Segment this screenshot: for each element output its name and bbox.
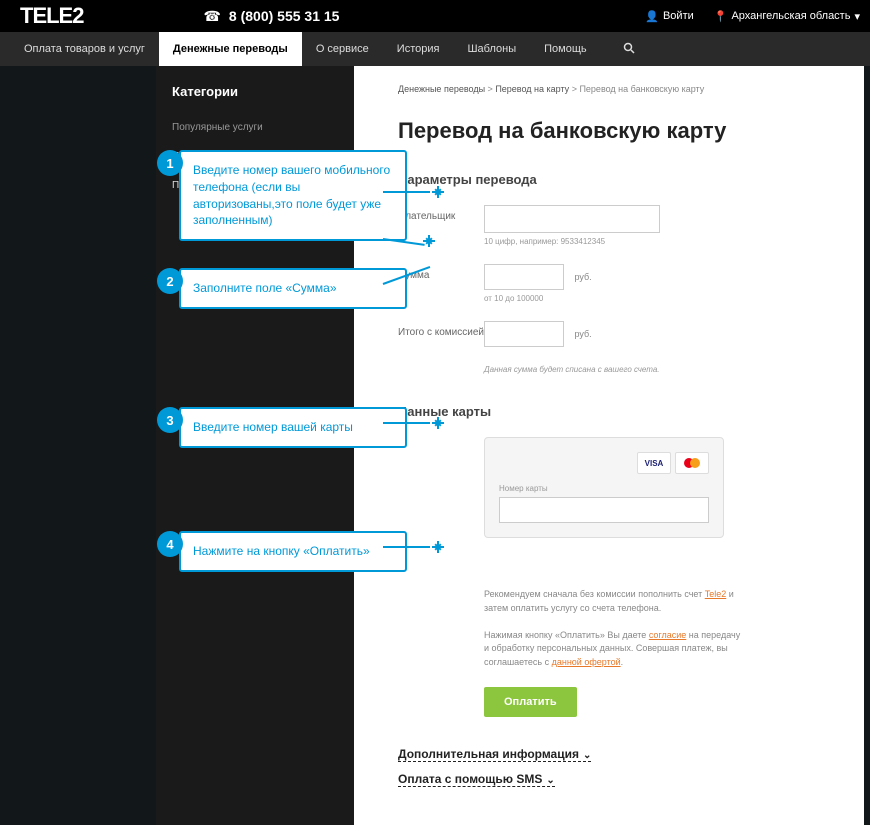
pin-icon: 📍 (714, 10, 728, 23)
unit-rub-2: руб. (574, 329, 591, 339)
nav-history[interactable]: История (383, 32, 454, 66)
callout-line (383, 191, 430, 193)
step-number: 3 (157, 407, 183, 433)
callout-line (383, 422, 430, 424)
region-selector[interactable]: 📍 Архангельская область ▾ (714, 10, 860, 23)
card-visual: VISA Номер карты (484, 437, 724, 538)
nav-templates[interactable]: Шаблоны (453, 32, 530, 66)
sparkle-icon (428, 182, 448, 202)
sparkle-icon (428, 537, 448, 557)
search-icon (623, 42, 635, 57)
breadcrumb-3: Перевод на банковскую карту (579, 84, 704, 94)
card-number-label: Номер карты (499, 484, 709, 493)
phone-input[interactable] (484, 205, 660, 233)
callout-step-3: 3 Введите номер вашей карты (157, 407, 407, 448)
step-text: Введите номер вашего мобильного телефона… (179, 150, 407, 241)
breadcrumb-2[interactable]: Перевод на карту (495, 84, 569, 94)
step-text: Введите номер вашей карты (179, 407, 407, 448)
total-input (484, 321, 564, 347)
extra-info-link[interactable]: Дополнительная информация⌄ (398, 747, 591, 762)
sidebar-title: Категории (156, 84, 354, 113)
step-number: 1 (157, 150, 183, 176)
nav-help[interactable]: Помощь (530, 32, 601, 66)
step-number: 4 (157, 531, 183, 557)
sparkle-icon (428, 413, 448, 433)
amount-input[interactable] (484, 264, 564, 290)
nav-about[interactable]: О сервисе (302, 32, 383, 66)
sidebar-item-popular[interactable]: Популярные услуги (156, 113, 354, 142)
phone-hint: 10 цифр, например: 9533412345 (484, 237, 820, 246)
chevron-down-icon: ⌄ (583, 750, 591, 761)
consent-link[interactable]: согласие (649, 630, 686, 640)
chevron-down-icon: ⌄ (546, 775, 554, 786)
breadcrumb: Денежные переводы > Перевод на карту > П… (398, 84, 820, 94)
offer-link[interactable]: данной офертой (552, 657, 621, 667)
step-number: 2 (157, 268, 183, 294)
support-phone: 8 (800) 555 31 15 (229, 8, 340, 24)
phone-label: Плательщик (398, 205, 484, 222)
callout-line (383, 546, 430, 548)
logo: TELE2 (20, 3, 83, 29)
tele2-link[interactable]: Tele2 (705, 589, 727, 599)
unit-rub: руб. (574, 272, 591, 282)
login-link[interactable]: 👤 Войти (645, 10, 694, 23)
step-text: Нажмите на кнопку «Оплатить» (179, 531, 407, 572)
user-icon: 👤 (645, 10, 659, 23)
recommendation-text: Рекомендуем сначала без комиссии пополни… (484, 588, 744, 669)
amount-hint: от 10 до 100000 (484, 294, 820, 303)
chevron-down-icon: ▾ (854, 10, 860, 23)
visa-icon: VISA (637, 452, 671, 474)
section-card-title: Данные карты (398, 404, 820, 419)
breadcrumb-1[interactable]: Денежные переводы (398, 84, 485, 94)
sms-payment-link[interactable]: Оплата с помощью SMS⌄ (398, 772, 555, 787)
step-text: Заполните поле «Сумма» (179, 268, 407, 309)
callout-step-2: 2 Заполните поле «Сумма» (157, 268, 407, 309)
sparkle-icon (419, 231, 439, 251)
nav-search[interactable] (609, 32, 649, 66)
card-number-input[interactable] (499, 497, 709, 523)
page-title: Перевод на банковскую карту (398, 118, 820, 144)
callout-step-4: 4 Нажмите на кнопку «Оплатить» (157, 531, 407, 572)
phone-icon: ☎ (203, 8, 220, 25)
total-label: Итого с комиссией (398, 321, 484, 338)
pay-button[interactable]: Оплатить (484, 687, 577, 717)
section-params-title: Параметры перевода (398, 172, 820, 187)
total-note: Данная сумма будет списана с вашего счет… (484, 365, 820, 374)
callout-step-1: 1 Введите номер вашего мобильного телефо… (157, 150, 407, 241)
mastercard-icon (675, 452, 709, 474)
nav-payments[interactable]: Оплата товаров и услуг (10, 32, 159, 66)
nav-transfers[interactable]: Денежные переводы (159, 32, 302, 66)
